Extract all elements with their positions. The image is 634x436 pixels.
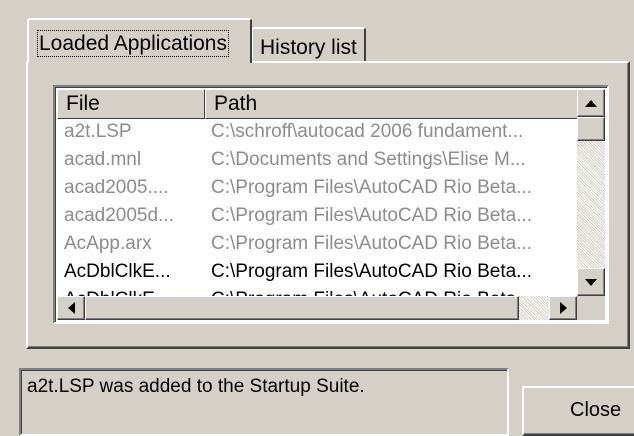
list-item-path: C:\Program Files\AutoCAD Rio Beta... bbox=[211, 233, 532, 254]
list-header: File Path bbox=[57, 89, 580, 119]
status-message: a2t.LSP was added to the Startup Suite. bbox=[19, 368, 509, 436]
list-item-path: C:\schroff\autocad 2006 fundament... bbox=[211, 121, 524, 142]
list-item-path: C:\Program Files\AutoCAD Rio Beta... bbox=[211, 177, 532, 198]
scroll-left-button[interactable] bbox=[57, 296, 85, 320]
column-header-path[interactable]: Path bbox=[205, 89, 580, 119]
list-item[interactable]: AcDblClkE... C:\Program Files\AutoCAD Rio… bbox=[57, 259, 577, 287]
close-button[interactable]: Close bbox=[522, 386, 634, 436]
scroll-down-button[interactable] bbox=[577, 268, 605, 296]
list-item-path: C:\Documents and Settings\Elise M... bbox=[211, 149, 526, 170]
list-item[interactable]: acad.mnl C:\Documents and Settings\Elise … bbox=[57, 147, 577, 175]
list-item-file: acad2005.... bbox=[64, 177, 169, 198]
vertical-scrollbar[interactable] bbox=[577, 89, 605, 296]
scroll-up-button[interactable] bbox=[577, 89, 605, 117]
list-item-path: C:\Program Files\AutoCAD Rio Beta... bbox=[211, 289, 573, 296]
list-item-file: AcDblClkE... bbox=[64, 261, 171, 282]
tab-loaded-applications-label: Loaded Applications bbox=[37, 30, 229, 57]
list-item-file: acad2005d... bbox=[64, 205, 174, 226]
arrow-up-icon bbox=[585, 99, 597, 107]
scroll-right-button[interactable] bbox=[549, 296, 577, 320]
list-rows: a2t.LSP C:\schroff\autocad 2006 fundament… bbox=[57, 119, 577, 296]
tab-history-list-label: History list bbox=[260, 36, 357, 59]
arrow-down-icon bbox=[585, 278, 597, 286]
list-item-path: C:\Program Files\AutoCAD Rio Beta... bbox=[211, 261, 532, 282]
list-item[interactable]: a2t.LSP C:\schroff\autocad 2006 fundament… bbox=[57, 119, 577, 147]
vertical-scroll-thumb[interactable] bbox=[577, 117, 605, 141]
tab-panel: File Path a2t.LSP C:\schroff\autocad 2006… bbox=[26, 61, 630, 349]
arrow-left-icon bbox=[67, 302, 75, 314]
list-item[interactable]: acad2005d... C:\Program Files\AutoCAD Rio… bbox=[57, 203, 577, 231]
list-item[interactable]: acad2005.... C:\Program Files\AutoCAD Rio… bbox=[57, 175, 577, 203]
list-item-path: C:\Program Files\AutoCAD Rio Beta... bbox=[211, 205, 532, 226]
arrow-right-icon bbox=[559, 302, 567, 314]
list-item-file: AcDblClkE... bbox=[64, 289, 200, 296]
column-header-file[interactable]: File bbox=[57, 89, 205, 119]
horizontal-scroll-thumb[interactable] bbox=[85, 296, 519, 320]
scrollbar-corner bbox=[577, 296, 605, 320]
list-item[interactable]: AcDblClkE... C:\Program Files\AutoCAD Rio… bbox=[57, 287, 577, 296]
horizontal-scrollbar[interactable] bbox=[57, 296, 577, 320]
tab-loaded-applications[interactable]: Loaded Applications bbox=[27, 18, 252, 63]
loaded-applications-list[interactable]: File Path a2t.LSP C:\schroff\autocad 2006… bbox=[53, 85, 609, 324]
tab-history-list[interactable]: History list bbox=[251, 27, 366, 63]
list-item-file: AcApp.arx bbox=[64, 233, 152, 254]
list-item-file: a2t.LSP bbox=[64, 121, 132, 142]
list-item-file: acad.mnl bbox=[64, 149, 142, 170]
list-item[interactable]: AcApp.arx C:\Program Files\AutoCAD Rio Be… bbox=[57, 231, 577, 259]
